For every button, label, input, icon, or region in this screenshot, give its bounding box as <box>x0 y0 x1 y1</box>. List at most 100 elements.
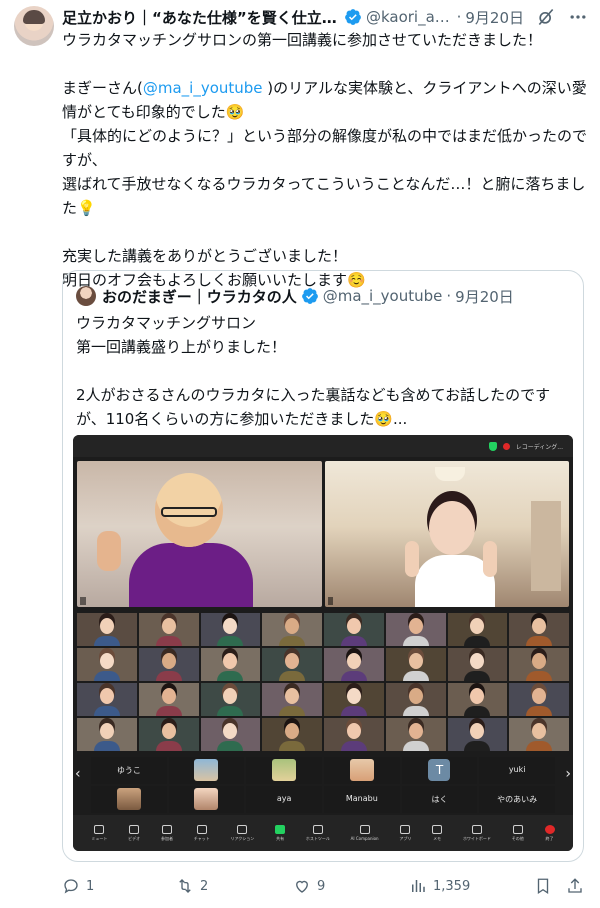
participant-face <box>470 653 485 669</box>
strip-tile: aya <box>246 786 322 813</box>
participant-tile <box>447 683 508 716</box>
separator-dot: · <box>446 287 452 305</box>
participant-tile <box>262 613 322 646</box>
toolbar-button[interactable]: 終了 <box>544 824 555 842</box>
participant-tile <box>262 648 322 681</box>
participant-tile <box>262 718 322 751</box>
toolbar-button[interactable]: チャット <box>194 824 210 842</box>
toolbar-label: その他 <box>511 835 524 841</box>
toolbar-label: 終了 <box>545 835 554 841</box>
participant-tile <box>262 683 322 716</box>
participant-face <box>470 618 485 634</box>
verified-badge-icon <box>345 9 361 25</box>
zoom-top-bar: レコーディング... <box>73 435 573 457</box>
reply-button[interactable]: 1 <box>62 877 176 895</box>
participant-body <box>402 671 429 681</box>
strip-tile <box>168 757 245 784</box>
toolbar-label: ホストツール <box>305 835 330 841</box>
toolbar-button[interactable]: リアクション <box>230 824 254 842</box>
participant-tile <box>509 613 569 646</box>
strip-tile-name: aya <box>276 794 292 803</box>
participant-face <box>408 653 423 669</box>
participant-body <box>340 636 367 646</box>
speaker-1-body <box>129 543 253 607</box>
quote-author-name[interactable]: おのだまぎー｜ウラカタの人 <box>102 286 297 307</box>
participant-tile <box>138 648 199 681</box>
author-handle[interactable]: @kaori_as... <box>366 8 453 26</box>
toolbar-button[interactable]: 参加者 <box>161 824 173 842</box>
participant-face <box>99 688 114 704</box>
toolbar-label: ビデオ <box>128 835 141 841</box>
participant-face <box>285 723 300 739</box>
tweet-text-part2: )のリアルな実体験と、クライアントへの深い愛情がとても印象的でした🥹 「具体的に… <box>62 79 588 289</box>
participant-face <box>285 618 300 634</box>
toolbar-icon <box>312 824 323 834</box>
participant-body <box>155 706 182 716</box>
retweet-button[interactable]: 2 <box>176 877 293 895</box>
participant-tile <box>138 613 199 646</box>
participant-body <box>93 671 120 681</box>
participant-tile <box>77 613 137 646</box>
participant-tile <box>200 648 261 681</box>
toolbar-button[interactable]: ホワイトボード <box>462 824 491 842</box>
participant-face <box>532 618 547 634</box>
participant-face <box>532 688 547 704</box>
mention-link[interactable]: @ma_i_youtube <box>143 79 263 97</box>
toolbar-label: メモ <box>433 835 442 841</box>
participant-body <box>155 741 182 751</box>
heart-icon <box>296 880 308 893</box>
tweet-header: 足立かおり｜“あなた仕様”を賢く仕立て... @kaori_as... · 9月… <box>62 6 588 28</box>
toolbar-button[interactable]: AI Companion <box>351 825 379 841</box>
toolbar-button[interactable]: アプリ <box>399 824 411 842</box>
participant-tile <box>324 613 384 646</box>
participant-tile <box>385 718 446 751</box>
separator-dot: · <box>456 8 462 26</box>
participant-body <box>93 636 120 646</box>
share-icon[interactable] <box>566 877 584 895</box>
participant-body <box>93 741 120 751</box>
gallery-next-arrow-icon[interactable]: › <box>565 766 571 782</box>
toolbar-button[interactable]: ミュート <box>91 824 108 842</box>
views-button[interactable]: 1,359 <box>409 877 524 895</box>
quoted-tweet[interactable]: おのだまぎー｜ウラカタの人 @ma_i_youtube · 9月20日 ウラカタ… <box>62 270 584 862</box>
participant-tile <box>447 718 508 751</box>
toolbar-button[interactable]: 共有 <box>275 824 286 842</box>
tweet-text: ウラカタマッチングサロンの第一回講義に参加させていただきました！ まぎーさん(@… <box>62 28 588 292</box>
speaker-view <box>77 461 569 607</box>
grok-icon[interactable] <box>536 7 556 27</box>
bookmark-icon[interactable] <box>534 877 552 895</box>
analytics-icon <box>412 880 425 892</box>
participant-body <box>340 671 367 681</box>
tweet-action-bar: 1 2 9 1,359 <box>62 872 584 900</box>
quote-avatar[interactable] <box>76 286 96 306</box>
author-name[interactable]: 足立かおり｜“あなた仕様”を賢く仕立て... <box>62 7 340 28</box>
author-avatar[interactable] <box>14 6 54 46</box>
like-count: 9 <box>317 878 326 894</box>
participant-body <box>340 741 367 751</box>
tweet-date[interactable]: 9月20日 <box>465 7 524 28</box>
participant-body <box>402 636 429 646</box>
participant-body <box>279 706 306 716</box>
gallery-prev-arrow-icon[interactable]: ‹ <box>75 766 81 782</box>
like-button[interactable]: 9 <box>293 877 409 895</box>
toolbar-button[interactable]: メモ <box>432 824 443 842</box>
quote-date[interactable]: 9月20日 <box>455 286 514 307</box>
toolbar-label: ミュート <box>91 835 108 841</box>
strip-tile: はく <box>401 786 478 813</box>
speaker-1-name-tag <box>80 597 86 605</box>
participant-body <box>93 706 120 716</box>
participant-face <box>161 618 176 634</box>
participant-face <box>223 618 238 634</box>
toolbar-button[interactable]: ホストツール <box>305 824 330 842</box>
toolbar-button[interactable]: ビデオ <box>128 824 141 842</box>
toolbar-button[interactable]: その他 <box>511 824 524 842</box>
participant-body <box>464 636 491 646</box>
participant-body <box>217 671 244 681</box>
toolbar-label: ホワイトボード <box>462 835 491 841</box>
quote-author-handle[interactable]: @ma_i_youtube <box>323 287 443 305</box>
more-options-icon[interactable] <box>568 7 588 27</box>
quote-text: ウラカタマッチングサロン 第一回講義盛り上がりました！ 2人がおさるさんのウラカ… <box>76 314 551 428</box>
participant-tile <box>447 613 508 646</box>
zoom-screenshot-image[interactable]: レコーディング... ‹ › ゆうこ T yuki aya Manabu はく … <box>73 435 573 851</box>
participant-face <box>161 723 176 739</box>
